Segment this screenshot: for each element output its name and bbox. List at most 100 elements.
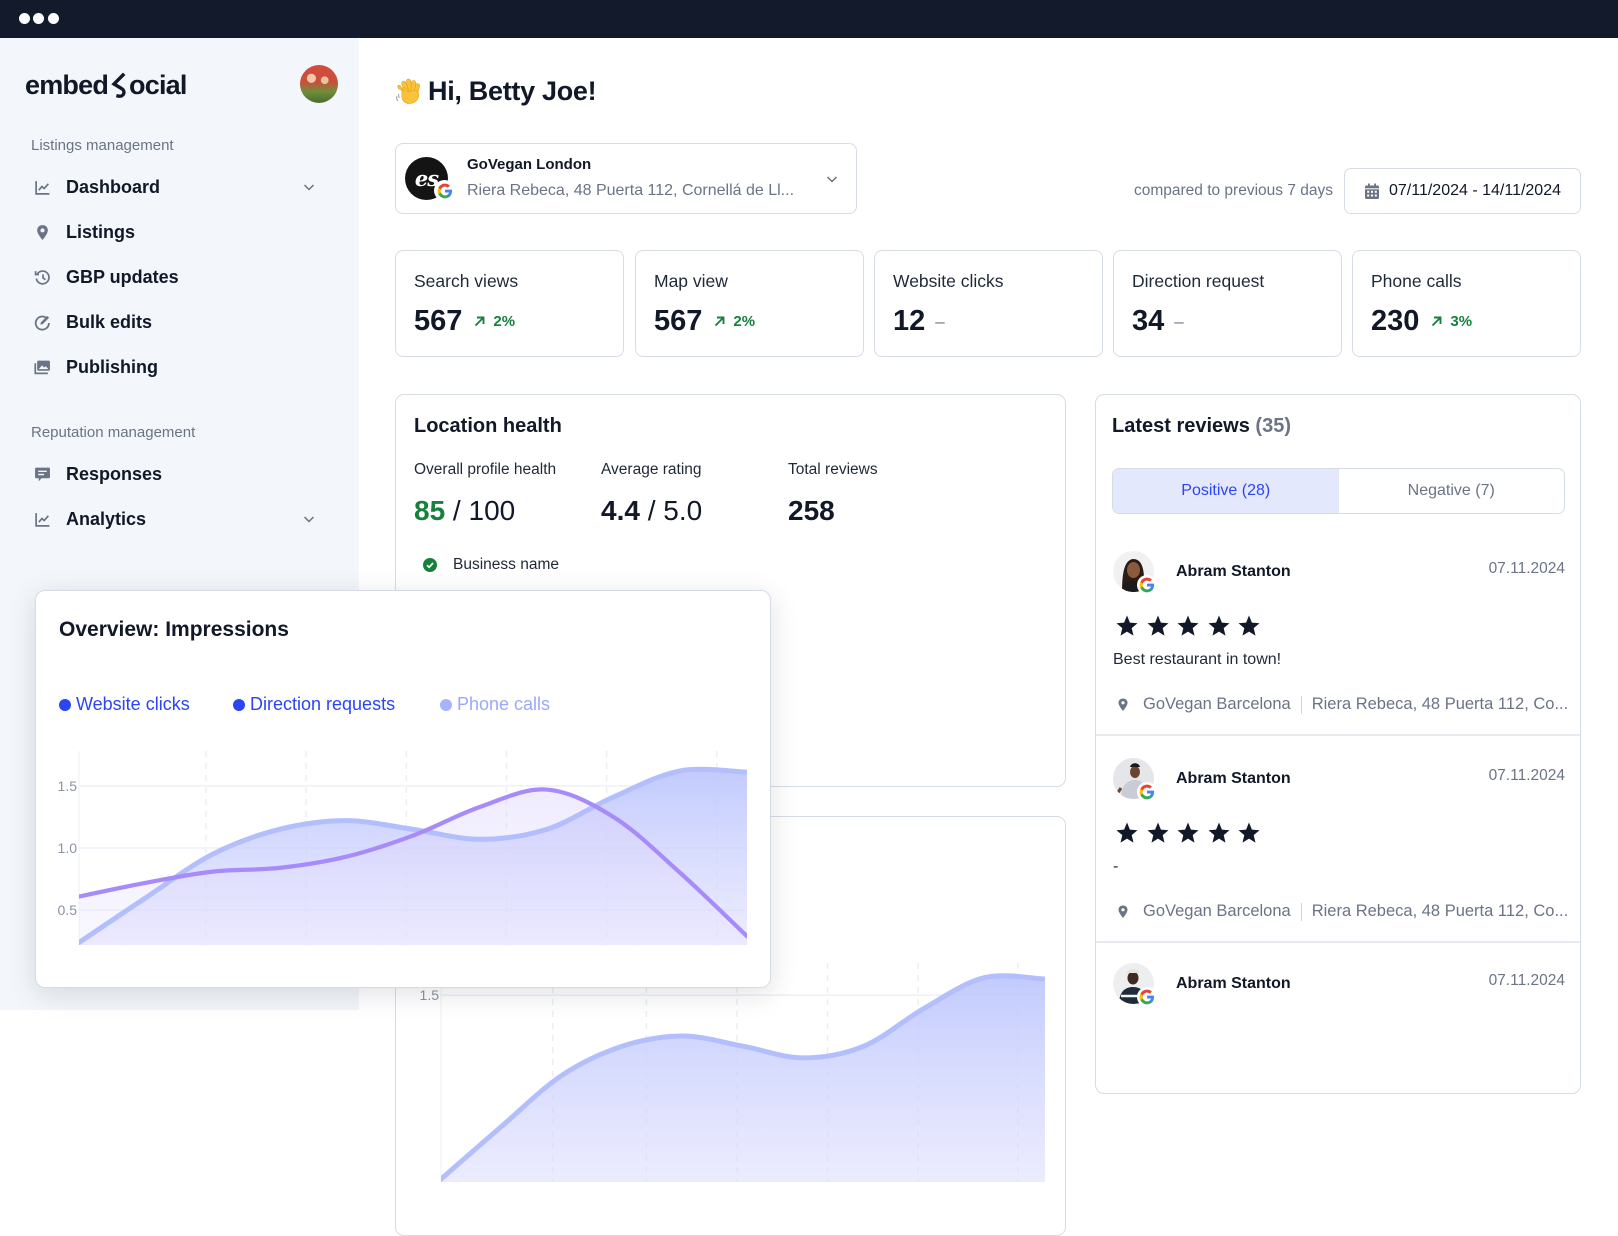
logo-text-prefix: embed	[25, 69, 109, 100]
stat-value: 567	[414, 305, 463, 337]
tab-positive[interactable]: Positive (28)	[1113, 469, 1339, 513]
sidebar-item-responses[interactable]: Responses	[0, 452, 359, 497]
stat-change: –	[935, 311, 945, 331]
user-avatar[interactable]	[300, 65, 338, 103]
stat-card-website-clicks[interactable]: Website clicks 12 –	[874, 250, 1103, 357]
legend-item-website-clicks[interactable]: Website clicks	[59, 694, 190, 715]
reviews-count: (35)	[1255, 415, 1291, 437]
images-icon	[34, 359, 51, 376]
divider	[1096, 734, 1580, 736]
comparison-label: compared to previous 7 days	[1133, 182, 1333, 199]
embedsocial-logo[interactable]: embed ocial	[25, 69, 187, 101]
review-location: GoVegan Barcelona Riera Rebeca, 48 Puert…	[1117, 902, 1568, 921]
star-icon	[1147, 615, 1168, 636]
sidebar-item-label: Responses	[66, 464, 163, 484]
stat-card-phone-calls[interactable]: Phone calls 230 3%	[1352, 250, 1581, 357]
review-location: GoVegan Barcelona Riera Rebeca, 48 Puert…	[1117, 695, 1568, 714]
stat-label: Website clicks	[893, 271, 1004, 291]
stat-value: 230	[1371, 305, 1420, 337]
review-text: -	[1113, 858, 1119, 875]
stat-card-direction-request[interactable]: Direction request 34 –	[1113, 250, 1342, 357]
legend-dot	[440, 698, 452, 711]
star-icon	[1177, 822, 1199, 843]
date-range-picker[interactable]: 07/11/2024 - 14/11/2024	[1344, 168, 1581, 214]
sidebar-section-listings: Listings management Dashboard Listings G…	[0, 136, 359, 390]
tab-negative[interactable]: Negative (7)	[1339, 469, 1565, 513]
stat-label: Search views	[414, 271, 519, 291]
overview-impressions-card: Overview: Impressions Website clicks Dir…	[35, 590, 771, 988]
checklist-item: Business name	[423, 556, 559, 574]
separator	[1300, 695, 1302, 714]
chevron-down-icon[interactable]	[302, 180, 316, 194]
metric-value: 85	[414, 495, 446, 526]
arrow-up-right-icon	[715, 316, 725, 327]
metric-profile-health: Overall profile health 85 / 100	[414, 461, 556, 527]
chart-line-icon	[34, 179, 51, 196]
page-title: Hi, Betty Joe!	[428, 75, 597, 106]
sidebar-item-gbp-updates[interactable]: GBP updates	[0, 255, 359, 300]
sidebar-item-label: Analytics	[66, 509, 147, 529]
y-tick-label: 1.0	[58, 840, 78, 856]
stat-card-search-views[interactable]: Search views 567 2%	[395, 250, 624, 357]
star-rating	[1115, 614, 1268, 638]
metric-total-reviews: Total reviews 258	[788, 461, 878, 527]
separator	[1300, 902, 1302, 921]
greeting: Hi, Betty Joe!	[395, 73, 597, 109]
sidebar-item-publishing[interactable]: Publishing	[0, 345, 359, 390]
sidebar-item-label: GBP updates	[66, 267, 179, 287]
stat-label: Direction request	[1132, 271, 1265, 291]
star-icon	[1116, 615, 1138, 636]
review-date: 07.11.2024	[1488, 972, 1565, 989]
map-pin-icon	[1118, 905, 1128, 918]
checklist-label: Business name	[453, 556, 559, 573]
window-control-dot[interactable]	[19, 13, 30, 24]
reviews-title: Latest reviews	[1112, 415, 1250, 437]
arrow-up-right-icon	[1432, 316, 1442, 327]
metric-suffix: / 5.0	[639, 495, 703, 526]
stat-card-map-view[interactable]: Map view 567 2%	[635, 250, 864, 357]
map-pin-icon	[1118, 698, 1128, 711]
legend-label: Website clicks	[76, 694, 190, 714]
sidebar-item-dashboard[interactable]: Dashboard	[0, 165, 359, 210]
sidebar-item-label: Publishing	[66, 357, 158, 377]
review-location-name: GoVegan Barcelona	[1143, 902, 1291, 920]
series-area-phone-calls	[441, 975, 1045, 1182]
metric-value: 4.4	[601, 495, 640, 526]
star-icon	[1208, 822, 1229, 843]
waving-hand-icon	[396, 78, 420, 104]
arrow-up-right-icon	[475, 316, 485, 327]
chevron-down-icon[interactable]	[302, 512, 316, 526]
stat-change: 2%	[493, 313, 516, 330]
review-location-name: GoVegan Barcelona	[1143, 695, 1291, 713]
legend-label: Phone calls	[457, 694, 551, 714]
location-select[interactable]: es GoVegan London Riera Rebeca, 48 Puert…	[395, 143, 857, 214]
legend-item-phone-calls[interactable]: Phone calls	[440, 694, 550, 715]
legend-dot	[233, 698, 245, 711]
card-title: Latest reviews (35)	[1112, 415, 1291, 438]
sidebar-item-listings[interactable]: Listings	[0, 210, 359, 255]
sidebar-item-analytics[interactable]: Analytics	[0, 497, 359, 542]
logo-bracket-s-icon	[111, 72, 126, 98]
legend-item-direction-requests[interactable]: Direction requests	[233, 694, 395, 715]
calendar-icon	[1365, 183, 1379, 199]
history-icon	[34, 269, 51, 286]
review-filter-tabs: Positive (28) Negative (7)	[1112, 468, 1565, 514]
stat-label: Map view	[654, 271, 728, 291]
review-item[interactable]: Abram Stanton 07.11.2024 Best restaurant…	[1096, 531, 1580, 736]
stat-change: 2%	[733, 313, 756, 330]
stat-change: –	[1174, 311, 1184, 331]
metric-label: Overall profile health	[414, 461, 557, 478]
metric-value: 258	[788, 495, 835, 526]
window-control-dot[interactable]	[48, 13, 59, 24]
latest-reviews-card: Latest reviews (35) Positive (28) Negati…	[1095, 394, 1581, 1094]
sidebar-item-label: Listings	[66, 222, 136, 242]
review-item[interactable]: Abram Stanton 07.11.2024	[1096, 943, 1580, 1093]
sidebar-item-label: Dashboard	[66, 177, 161, 197]
window-control-dot[interactable]	[33, 13, 44, 24]
legend-dot	[59, 698, 71, 711]
y-tick-label: 0.5	[58, 902, 78, 918]
review-item[interactable]: Abram Stanton 07.11.2024 - GoVegan Barce…	[1096, 738, 1580, 943]
sidebar-item-bulk-edits[interactable]: Bulk edits	[0, 300, 359, 345]
review-location-address: Riera Rebeca, 48 Puerta 112, Co...	[1311, 695, 1569, 713]
stat-label: Phone calls	[1371, 271, 1462, 291]
